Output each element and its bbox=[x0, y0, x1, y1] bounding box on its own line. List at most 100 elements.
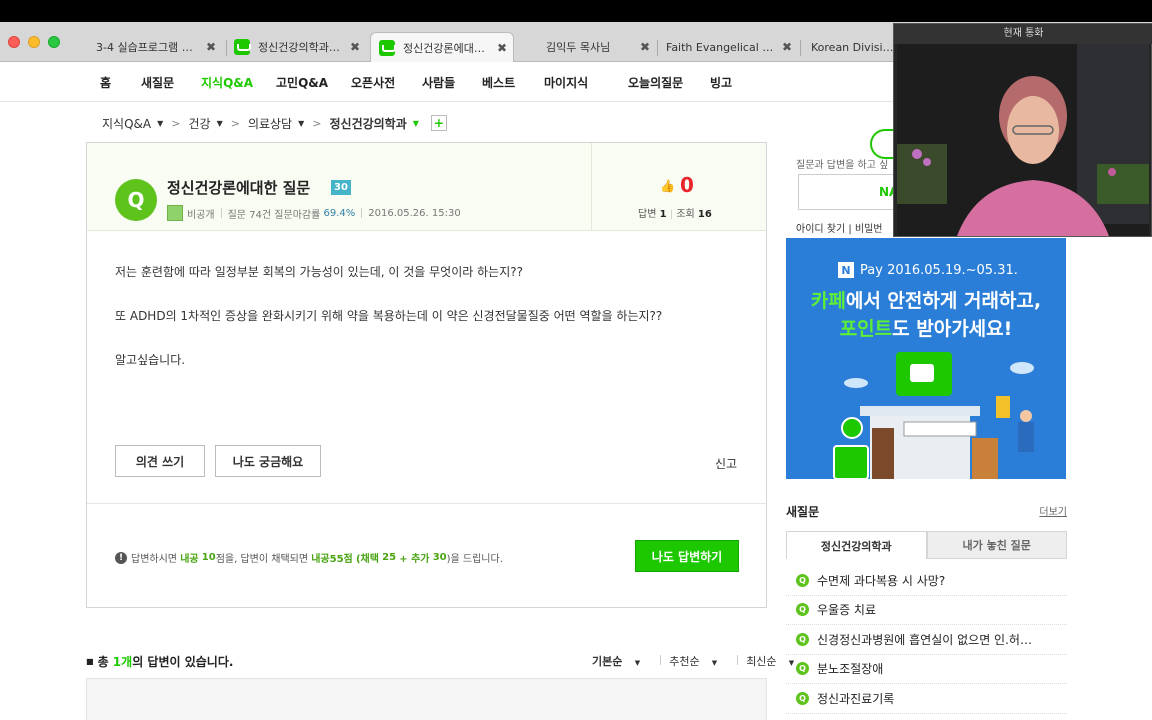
person-body bbox=[1018, 422, 1034, 452]
thumbs-up-icon[interactable]: 👍 bbox=[660, 179, 675, 193]
browser-tab-0[interactable]: 3-4 실습프로그램 1 ... ✖ bbox=[90, 32, 222, 62]
reward-highlight: + 추가 bbox=[399, 554, 430, 565]
list-item[interactable]: Q 정신과진료기록 bbox=[786, 684, 1067, 714]
minimize-window-button[interactable] bbox=[28, 36, 40, 48]
video-call-window[interactable]: 현재 통화 bbox=[893, 23, 1152, 237]
breadcrumb-health[interactable]: 건강 ▼ > bbox=[188, 115, 239, 132]
breadcrumb-label: 정신건강의학과 bbox=[329, 116, 407, 131]
chevron-right-icon: > bbox=[230, 116, 240, 130]
report-link[interactable]: 신고 bbox=[715, 455, 737, 472]
list-item[interactable]: Q 우울증 치료 bbox=[786, 596, 1067, 625]
browser-tab-3[interactable]: 김익두 목사님 ✖ bbox=[540, 32, 656, 62]
shop-door bbox=[872, 428, 894, 479]
sort-default[interactable]: 기본순 ▼ bbox=[592, 653, 650, 669]
tab-missed-questions[interactable]: 내가 놓친 질문 bbox=[926, 531, 1067, 559]
question-meta: 비공개 질문 74건 질문마감률 69.4% 2016.05.26. 15:30 bbox=[167, 205, 461, 221]
add-directory-button[interactable]: + bbox=[430, 115, 447, 131]
bullet-icon: ■ bbox=[86, 657, 94, 666]
person-head bbox=[1020, 410, 1032, 422]
sort-recommended[interactable]: 추천순 ▼ bbox=[669, 653, 727, 669]
me-too-curious-button[interactable]: 나도 궁금해요 bbox=[215, 445, 321, 477]
tab-close-icon[interactable]: ✖ bbox=[782, 40, 792, 54]
reward-answer-points: 10 bbox=[201, 552, 216, 563]
chevron-right-icon: > bbox=[312, 116, 322, 130]
reward-highlight: (채택 bbox=[355, 554, 379, 565]
tab-close-icon[interactable]: ✖ bbox=[350, 40, 360, 54]
chevron-right-icon: > bbox=[171, 116, 181, 130]
info-icon: ! bbox=[115, 551, 127, 564]
reward-extra-points: 30 bbox=[432, 552, 447, 563]
tab-divider bbox=[657, 40, 658, 56]
answers-label: 답변 bbox=[638, 209, 657, 220]
question-header: Q 정신건강론에대한 질문 30 비공개 질문 74건 질문마감률 69.4% … bbox=[87, 143, 766, 231]
breadcrumb-medical[interactable]: 의료상담 ▼ > bbox=[248, 115, 322, 132]
tab-title: Korean Division bbox=[811, 40, 895, 54]
nav-home[interactable]: 홈 bbox=[100, 74, 111, 91]
write-answer-button[interactable]: 나도 답변하기 bbox=[635, 540, 739, 572]
nav-my-kin[interactable]: 마이지식 bbox=[544, 74, 588, 91]
browser-tab-1[interactable]: 정신건강의학과 ... ✖ bbox=[234, 32, 366, 62]
question-q-icon: Q bbox=[796, 603, 809, 617]
naver-n-tile-icon bbox=[833, 445, 869, 479]
naver-pay-ad-banner[interactable]: N Pay 2016.05.19.~05.31. 카페에서 안전하게 거래하고,… bbox=[786, 238, 1066, 479]
tab-divider bbox=[226, 40, 227, 56]
login-box: 질문과 답변을 하고 싶 NA 아이디 찾기 | 비밀번 bbox=[786, 142, 898, 238]
tab-title: 김익두 목사님 bbox=[546, 41, 611, 54]
reward-text: ! 답변하시면 내공 10 점을, 답변이 채택되면 내공55점 (채택 25 +… bbox=[115, 550, 503, 565]
browser-tab-4[interactable]: Faith Evangelical C... ✖ bbox=[660, 32, 798, 62]
naver-login-button[interactable]: NA bbox=[798, 174, 898, 210]
nav-people[interactable]: 사람들 bbox=[422, 74, 455, 91]
coin-stack-icon bbox=[996, 396, 1010, 418]
naver-kin-favicon-icon bbox=[379, 39, 396, 56]
list-item[interactable]: Q 분노조절장애 bbox=[786, 655, 1067, 684]
answer-count-suffix: 의 답변이 있습니다. bbox=[132, 655, 234, 669]
list-item[interactable]: Q 수면제 과다복용 시 사망? bbox=[786, 566, 1067, 596]
caret-down-icon: ▼ bbox=[157, 118, 164, 128]
naver-badge-icon bbox=[841, 417, 863, 439]
question-q-icon: Q bbox=[796, 691, 809, 705]
plant-shape bbox=[897, 144, 947, 204]
answer-sort-options: 기본순 ▼ 추천순 ▼ 최신순 ▼ bbox=[592, 653, 814, 669]
list-item-title: 신경정신과병원에 흡연실이 없으면 인.허… bbox=[817, 632, 1032, 647]
nav-new-questions[interactable]: 새질문 bbox=[141, 74, 174, 91]
nav-kin-qa[interactable]: 지식Q&A bbox=[201, 74, 253, 91]
list-item[interactable]: Q 신경정신과병원에 흡연실이 없으면 인.허… bbox=[786, 625, 1067, 655]
face-shape bbox=[1007, 96, 1059, 164]
views-label: 조회 bbox=[676, 209, 695, 220]
tab-psychiatry[interactable]: 정신건강의학과 bbox=[786, 531, 927, 559]
nav-worry-qa[interactable]: 고민Q&A bbox=[276, 74, 328, 91]
breadcrumb-psychiatry[interactable]: 정신건강의학과 ▼ bbox=[329, 115, 418, 132]
ad-illustration bbox=[833, 352, 1034, 479]
tab-close-icon[interactable]: ✖ bbox=[206, 40, 216, 54]
login-hint: 질문과 답변을 하고 싶 bbox=[796, 160, 889, 171]
nav-today-question[interactable]: 오늘의질문 bbox=[628, 74, 683, 91]
nav-best[interactable]: 베스트 bbox=[482, 74, 515, 91]
write-opinion-button[interactable]: 의견 쓰기 bbox=[115, 445, 205, 477]
divider bbox=[737, 655, 739, 665]
shop-roof bbox=[860, 406, 980, 416]
list-item-title: 수면제 과다복용 시 사망? bbox=[817, 573, 946, 588]
sort-label: 추천순 bbox=[669, 655, 700, 668]
author-name: 비공개 bbox=[187, 209, 215, 221]
nav-bingo[interactable]: 빙고 bbox=[710, 74, 732, 91]
divider bbox=[361, 208, 363, 218]
close-window-button[interactable] bbox=[8, 36, 20, 48]
tab-close-icon[interactable]: ✖ bbox=[640, 40, 650, 54]
list-item-title: 분노조절장애 bbox=[817, 662, 884, 677]
more-link[interactable]: 더보기 bbox=[1039, 503, 1067, 518]
question-paragraph: 또 ADHD의 1차적인 증상을 완화시키기 위해 약을 복용하는데 이 약은 … bbox=[115, 309, 663, 323]
breadcrumb-kin-qa[interactable]: 지식Q&A ▼ > bbox=[102, 115, 180, 132]
maximize-window-button[interactable] bbox=[48, 36, 60, 48]
question-side-stats: 👍 0 답변 1 | 조회 16 bbox=[591, 143, 766, 231]
tab-title: Faith Evangelical C... bbox=[666, 40, 774, 54]
browser-tab-2-active[interactable]: 정신건강론에대한... ✖ bbox=[370, 32, 514, 62]
tab-title: 정신건강의학과 ... bbox=[258, 41, 342, 54]
question-body: 저는 훈련함에 따라 일정부분 회복의 가능성이 있는데, 이 것을 무엇이라 … bbox=[115, 261, 735, 393]
tab-close-icon[interactable]: ✖ bbox=[497, 41, 507, 55]
reward-text-part: 답변하시면 bbox=[131, 554, 177, 565]
nav-open-dictionary[interactable]: 오픈사전 bbox=[351, 74, 395, 91]
video-call-title: 현재 통화 bbox=[894, 24, 1152, 44]
browser-tab-5[interactable]: Korean Division bbox=[805, 32, 895, 62]
find-account-links[interactable]: 아이디 찾기 | 비밀번 bbox=[796, 220, 883, 235]
like-count: 0 bbox=[680, 173, 694, 197]
